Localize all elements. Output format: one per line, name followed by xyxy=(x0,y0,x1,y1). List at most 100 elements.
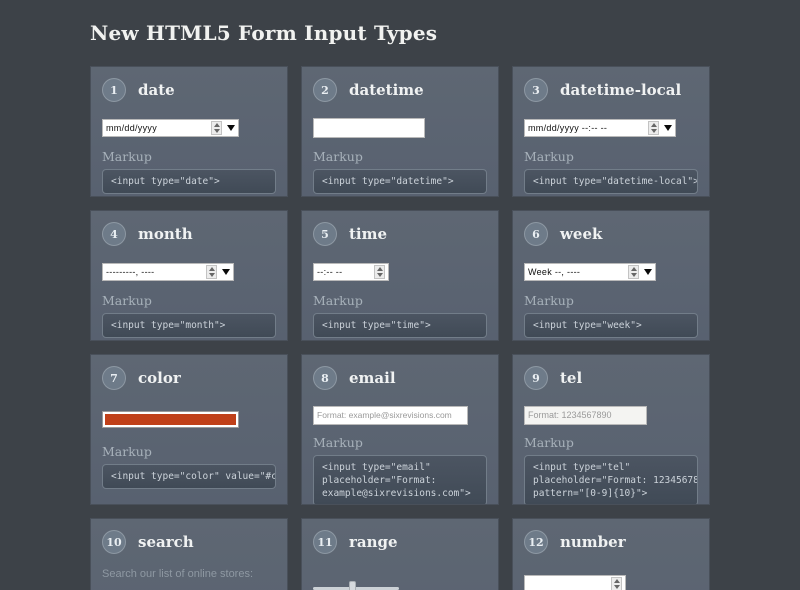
card-header: 3 datetime-local xyxy=(524,78,698,102)
month-input[interactable]: ---------, ---- xyxy=(102,263,234,281)
code-snippet: <input type="tel" placeholder="Format: 1… xyxy=(524,455,698,505)
spinner-icon[interactable] xyxy=(374,265,385,279)
demo-area xyxy=(524,573,698,590)
number-badge: 9 xyxy=(524,366,548,390)
markup-label: Markup xyxy=(102,149,276,164)
demo-area: mm/dd/yyyy --:-- -- xyxy=(524,117,698,139)
markup-label: Markup xyxy=(313,149,487,164)
number-badge: 1 xyxy=(102,78,126,102)
markup-label: Markup xyxy=(524,149,698,164)
card-date: 1 date mm/dd/yyyy Markup <input type="da… xyxy=(90,66,288,197)
week-input-value: Week --, ---- xyxy=(528,267,628,277)
card-tel: 9 tel Format: 1234567890 Markup <input t… xyxy=(512,354,710,505)
card-title: time xyxy=(349,225,387,243)
code-snippet: <input type="datetime"> xyxy=(313,169,487,194)
card-header: 10 search xyxy=(102,530,276,554)
color-input[interactable] xyxy=(102,411,239,428)
demo-area xyxy=(313,117,487,139)
card-header: 6 week xyxy=(524,222,698,246)
number-input[interactable] xyxy=(524,575,626,590)
cards-grid: 1 date mm/dd/yyyy Markup <input type="da… xyxy=(90,66,710,590)
month-input-value: ---------, ---- xyxy=(106,267,206,277)
spinner-icon[interactable] xyxy=(206,265,217,279)
card-email: 8 email Format: example@sixrevisions.com… xyxy=(301,354,499,505)
card-header: 8 email xyxy=(313,366,487,390)
email-input[interactable]: Format: example@sixrevisions.com xyxy=(313,406,468,425)
card-time: 5 time --:-- -- Markup <input type="time… xyxy=(301,210,499,341)
demo-area: Format: 1234567890 xyxy=(524,404,698,426)
time-input-value: --:-- -- xyxy=(317,267,374,277)
card-title: number xyxy=(560,533,626,551)
week-input[interactable]: Week --, ---- xyxy=(524,263,656,281)
card-datetime: 2 datetime Markup <input type="datetime"… xyxy=(301,66,499,197)
spinner-icon[interactable] xyxy=(628,265,639,279)
markup-label: Markup xyxy=(313,293,487,308)
code-line: <input type="email" xyxy=(322,461,478,474)
code-line: <input type="datetime-local"> xyxy=(533,175,689,188)
code-line: <input type="color" value="#c04019"> xyxy=(111,470,267,483)
range-thumb[interactable] xyxy=(349,581,356,590)
markup-label: Markup xyxy=(102,293,276,308)
color-swatch xyxy=(105,414,236,425)
code-snippet: <input type="week"> xyxy=(524,313,698,338)
card-header: 7 color xyxy=(102,366,276,390)
card-title: search xyxy=(138,533,194,551)
demo-area: ---------, ---- xyxy=(102,261,276,283)
card-title: range xyxy=(349,533,398,551)
number-badge: 4 xyxy=(102,222,126,246)
code-snippet: <input type="email" placeholder="Format:… xyxy=(313,455,487,505)
demo-area: mm/dd/yyyy xyxy=(102,117,276,139)
code-line: placeholder="Format: xyxy=(322,474,478,487)
markup-label: Markup xyxy=(313,435,487,450)
card-number: 12 number xyxy=(512,518,710,590)
code-snippet: <input type="date"> xyxy=(102,169,276,194)
datetime-input[interactable] xyxy=(313,118,425,138)
card-color: 7 color Markup <input type="color" value… xyxy=(90,354,288,505)
code-line: pattern="[0-9]{10}"> xyxy=(533,487,689,500)
code-snippet: <input type="color" value="#c04019"> xyxy=(102,464,276,489)
card-title: tel xyxy=(560,369,582,387)
code-snippet: <input type="month"> xyxy=(102,313,276,338)
page-container: New HTML5 Form Input Types 1 date mm/dd/… xyxy=(90,0,710,590)
spinner-icon[interactable] xyxy=(211,121,222,135)
code-line: <input type="date"> xyxy=(111,175,267,188)
demo-area xyxy=(313,575,487,590)
number-badge: 11 xyxy=(313,530,337,554)
card-header: 12 number xyxy=(524,530,698,554)
card-title: email xyxy=(349,369,396,387)
time-input[interactable]: --:-- -- xyxy=(313,263,389,281)
tel-input[interactable]: Format: 1234567890 xyxy=(524,406,647,425)
search-input-label: Search our list of online stores: xyxy=(102,568,276,580)
date-input[interactable]: mm/dd/yyyy xyxy=(102,119,239,137)
card-title: color xyxy=(138,369,181,387)
code-line: <input type="week"> xyxy=(533,319,689,332)
card-header: 4 month xyxy=(102,222,276,246)
dropdown-caret-icon[interactable] xyxy=(227,125,235,131)
code-snippet: <input type="datetime-local"> xyxy=(524,169,698,194)
demo-area: --:-- -- xyxy=(313,261,487,283)
spinner-icon[interactable] xyxy=(648,121,659,135)
card-month: 4 month ---------, ---- Markup <input ty… xyxy=(90,210,288,341)
markup-label: Markup xyxy=(102,444,276,459)
card-header: 2 datetime xyxy=(313,78,487,102)
code-snippet: <input type="time"> xyxy=(313,313,487,338)
dropdown-caret-icon[interactable] xyxy=(664,125,672,131)
card-header: 9 tel xyxy=(524,366,698,390)
spinner-icon[interactable] xyxy=(611,577,622,590)
code-line: <input type="time"> xyxy=(322,319,478,332)
dropdown-caret-icon[interactable] xyxy=(222,269,230,275)
tel-input-placeholder: Format: 1234567890 xyxy=(528,410,643,420)
card-title: date xyxy=(138,81,175,99)
dropdown-caret-icon[interactable] xyxy=(644,269,652,275)
card-title: month xyxy=(138,225,193,243)
number-badge: 7 xyxy=(102,366,126,390)
number-badge: 5 xyxy=(313,222,337,246)
number-badge: 12 xyxy=(524,530,548,554)
markup-label: Markup xyxy=(524,293,698,308)
range-slider[interactable] xyxy=(313,581,399,590)
markup-label: Markup xyxy=(524,435,698,450)
card-header: 11 range xyxy=(313,530,487,554)
datetime-local-input[interactable]: mm/dd/yyyy --:-- -- xyxy=(524,119,676,137)
number-badge: 10 xyxy=(102,530,126,554)
card-title: datetime-local xyxy=(560,81,681,99)
